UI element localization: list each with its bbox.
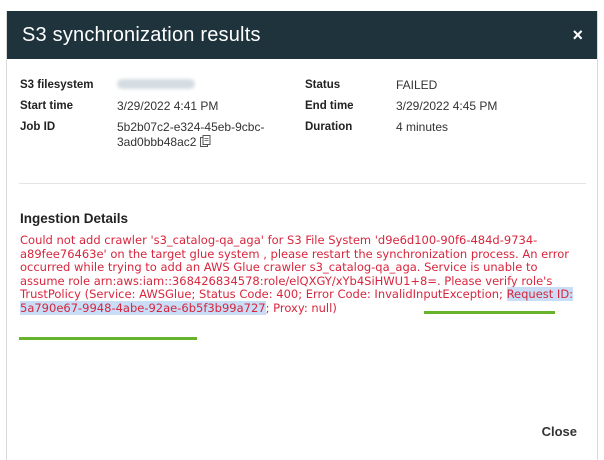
s3-filesystem-value [117,78,195,93]
duration-value: 4 minutes [396,120,449,134]
ingestion-error-message: Could not add crawler 's3_catalog-qa_aga… [20,233,580,315]
status-value: FAILED [396,78,438,92]
job-id-value-line2-wrap: 3ad0bbb48ac2 [117,135,211,151]
section-divider [19,183,586,184]
duration-label: Duration [305,121,353,133]
ingestion-details-title: Ingestion Details [20,211,129,226]
start-time-label: Start time [20,100,74,112]
dialog-header: S3 synchronization results × [7,11,597,59]
start-time-value: 3/29/2022 4:41 PM [117,99,219,113]
job-id-label: Job ID [20,121,56,133]
highlight-underline-1 [424,311,555,314]
end-time-label: End time [305,100,354,112]
status-label: Status [305,79,341,91]
highlight-underline-2 [19,337,197,340]
close-button[interactable]: Close [534,420,585,443]
error-text-tail: ; Proxy: null) [265,300,337,315]
close-icon[interactable]: × [572,26,583,44]
end-time-value: 3/29/2022 4:45 PM [396,99,498,113]
s3-filesystem-label: S3 filesystem [20,79,94,91]
job-id-value-line2: 3ad0bbb48ac2 [117,135,197,150]
copy-icon[interactable] [200,135,211,151]
error-text-main: Could not add crawler 's3_catalog-qa_aga… [20,233,570,301]
job-id-value-line1: 5b2b07c2-e324-45eb-9cbc- [117,120,265,134]
sync-results-dialog: S3 synchronization results × S3 filesyst… [6,11,598,460]
redacted-value [117,79,195,89]
dialog-title: S3 synchronization results [22,23,261,46]
